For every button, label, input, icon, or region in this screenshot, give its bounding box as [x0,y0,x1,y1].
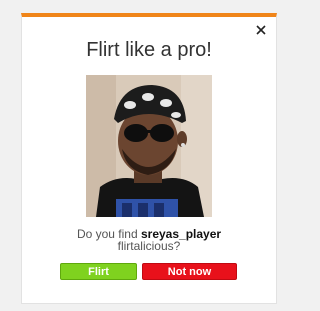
question-suffix: flirtalicious? [117,239,181,253]
flirt-question: Do you find sreyas_player flirtalicious? [22,228,276,252]
action-buttons: Flirt Not now [60,263,240,280]
not-now-button[interactable]: Not now [142,263,237,280]
close-button[interactable] [254,23,268,37]
flirt-button[interactable]: Flirt [60,263,137,280]
dialog-title: Flirt like a pro! [86,39,212,61]
close-icon [256,25,266,35]
page: Flirt like a pro! Do you find sreyas_pla… [0,0,282,311]
profile-photo[interactable] [86,75,212,217]
profile-photo-image [86,75,212,217]
flirt-dialog: Flirt like a pro! Do you find sreyas_pla… [21,13,277,304]
